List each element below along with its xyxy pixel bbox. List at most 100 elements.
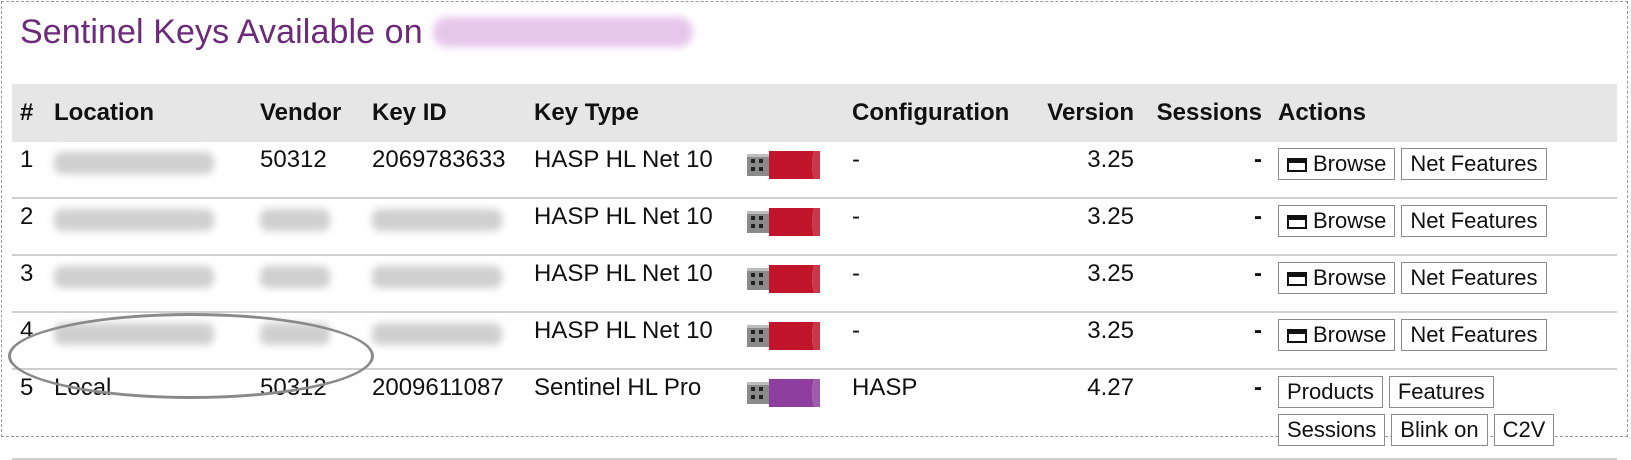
configuration-cell: - [844, 198, 1030, 256]
actions-cell: Browse Net Features [1270, 198, 1617, 256]
net-features-button[interactable]: Net Features [1401, 319, 1547, 351]
key-id-value: 2069783633 [372, 146, 506, 173]
col-actions: Actions [1270, 84, 1617, 142]
button-label: Sessions [1287, 417, 1377, 442]
col-key-icon [738, 84, 844, 142]
col-key-id[interactable]: Key ID [364, 84, 526, 142]
col-number[interactable]: # [12, 84, 46, 142]
redacted-vendor [260, 323, 330, 345]
col-version[interactable]: Version [1030, 84, 1142, 142]
c2v-button[interactable]: C2V [1493, 414, 1555, 446]
sessions-cell: - [1142, 198, 1270, 256]
location-cell [46, 198, 252, 256]
actions-cell: Browse Net Features [1270, 312, 1617, 370]
location-cell [46, 312, 252, 370]
key-icon-cell [738, 369, 844, 460]
button-label: Browse [1313, 208, 1387, 233]
features-button[interactable]: Features [1388, 376, 1494, 408]
key-id-cell [364, 312, 526, 370]
redacted-vendor [260, 209, 330, 231]
key-id-value: 2009611087 [372, 374, 504, 401]
key-id-cell [364, 198, 526, 256]
button-label: Browse [1313, 265, 1387, 290]
configuration-cell: - [844, 312, 1030, 370]
vendor-value: 50312 [260, 146, 327, 173]
version-cell: 3.25 [1030, 255, 1142, 313]
table-row: 2 HASP HL Net 10 -3.25- Browse Net Features [12, 198, 1617, 256]
redacted-key-id [372, 209, 502, 231]
actions-cell: Browse Net Features [1270, 142, 1617, 199]
actions-cell: Products Features Sessions Blink on C2V [1270, 369, 1617, 460]
browse-button[interactable]: Browse [1278, 262, 1396, 294]
table-row: 1 50312 2069783633 HASP HL Net 10-3.25- Brow… [12, 142, 1617, 199]
key-icon-cell [738, 255, 844, 313]
col-location[interactable]: Location [46, 84, 252, 142]
redacted-location [54, 209, 214, 231]
col-configuration[interactable]: Configuration [844, 84, 1030, 142]
vendor-cell: 50312 [252, 142, 364, 199]
row-number: 3 [12, 255, 46, 313]
button-label: Blink on [1400, 417, 1479, 442]
browse-button[interactable]: Browse [1278, 319, 1396, 351]
location-value: Local [54, 374, 112, 401]
browse-button[interactable]: Browse [1278, 205, 1396, 237]
vendor-cell: 50312 [252, 369, 364, 460]
configuration-cell: HASP [844, 369, 1030, 460]
net-features-button[interactable]: Net Features [1401, 262, 1547, 294]
key-id-cell: 2069783633 [364, 142, 526, 199]
window-icon [1287, 215, 1307, 229]
key-id-cell [364, 255, 526, 313]
key-icon-cell [738, 312, 844, 370]
actions-cell: Browse Net Features [1270, 255, 1617, 313]
keys-table: # Location Vendor Key ID Key Type Config… [12, 84, 1617, 460]
key-type-cell: HASP HL Net 10 [526, 198, 738, 256]
button-label: Features [1397, 379, 1485, 404]
key-type-cell: HASP HL Net 10 [526, 142, 738, 199]
sessions-cell: - [1142, 142, 1270, 199]
usb-key-icon [747, 151, 820, 179]
vendor-cell [252, 255, 364, 313]
products-button[interactable]: Products [1278, 376, 1383, 408]
redacted-key-id [372, 266, 502, 288]
redacted-vendor [260, 266, 330, 288]
net-features-button[interactable]: Net Features [1401, 205, 1547, 237]
row-number: 4 [12, 312, 46, 370]
blink-on-button[interactable]: Blink on [1391, 414, 1488, 446]
browse-button[interactable]: Browse [1278, 148, 1396, 180]
key-type-cell: HASP HL Net 10 [526, 312, 738, 370]
col-sessions[interactable]: Sessions [1142, 84, 1270, 142]
button-label: Net Features [1410, 265, 1538, 290]
sessions-cell: - [1142, 312, 1270, 370]
title-row: Sentinel Keys Available on [20, 10, 693, 54]
button-label: C2V [1502, 417, 1546, 442]
page-title: Sentinel Keys Available on [20, 12, 423, 51]
usb-key-icon [747, 379, 820, 407]
location-cell: Local [46, 369, 252, 460]
location-cell [46, 142, 252, 199]
key-icon-cell [738, 142, 844, 199]
table-header-row: # Location Vendor Key ID Key Type Config… [12, 84, 1617, 142]
configuration-cell: - [844, 142, 1030, 199]
key-id-cell: 2009611087 [364, 369, 526, 460]
sessions-cell: - [1142, 369, 1270, 460]
table-row: 5 Local 50312 2009611087 Sentinel HL Pro HASP… [12, 369, 1617, 460]
redacted-location [54, 323, 214, 345]
button-label: Products [1287, 379, 1374, 404]
sessions-button[interactable]: Sessions [1278, 414, 1386, 446]
window-icon [1287, 329, 1307, 343]
key-icon-cell [738, 198, 844, 256]
button-label: Net Features [1410, 208, 1538, 233]
usb-key-icon [747, 208, 820, 236]
net-features-button[interactable]: Net Features [1401, 148, 1547, 180]
configuration-cell: - [844, 255, 1030, 313]
row-number: 2 [12, 198, 46, 256]
row-number: 1 [12, 142, 46, 199]
key-type-cell: Sentinel HL Pro [526, 369, 738, 460]
button-label: Browse [1313, 151, 1387, 176]
col-key-type[interactable]: Key Type [526, 84, 738, 142]
redacted-location [54, 266, 214, 288]
row-number: 5 [12, 369, 46, 460]
version-cell: 3.25 [1030, 312, 1142, 370]
col-vendor[interactable]: Vendor [252, 84, 364, 142]
usb-key-icon [747, 322, 820, 350]
